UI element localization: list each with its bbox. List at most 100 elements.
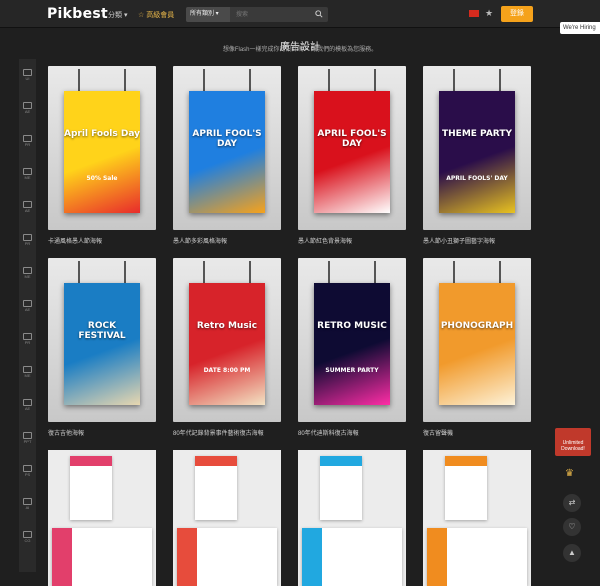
poster-clip — [328, 69, 330, 91]
favorite-icon[interactable]: ♡ — [563, 518, 581, 536]
sidebar-item-icon — [23, 102, 32, 109]
template-card[interactable]: ROCK FESTIVAL 復古吉他海報 — [48, 258, 156, 437]
brochure-template-card[interactable] — [298, 450, 406, 586]
language-flag-icon[interactable] — [469, 10, 479, 17]
sidebar-item-ae[interactable]: AE — [19, 100, 36, 118]
sidebar-item-ppt[interactable]: PPT — [19, 430, 36, 448]
poster-clip — [374, 69, 376, 91]
sidebar-item-icon — [23, 300, 32, 307]
sidebar-item-label: AE — [24, 208, 31, 213]
sidebar-item-pr[interactable]: PR — [19, 331, 36, 349]
template-card[interactable]: APRIL FOOL'S DAY 愚人節多彩風格海報 — [173, 66, 281, 245]
template-caption[interactable]: 卡通風格愚人節海報 — [48, 236, 156, 245]
search-input[interactable] — [232, 7, 312, 22]
brochure-cover — [445, 456, 487, 520]
template-card[interactable]: RETRO MUSIC SUMMER PARTY 80年代迪斯科復古海報 — [298, 258, 406, 437]
sidebar-item-ui[interactable]: UI — [19, 67, 36, 85]
sidebar-item-icon — [23, 69, 32, 76]
sidebar-item-label: ME — [24, 373, 31, 378]
sidebar-item-icon — [23, 168, 32, 175]
template-caption[interactable]: 80年代迪斯科復古海報 — [298, 428, 406, 437]
poster-clip — [203, 69, 205, 91]
poster-image: April Fools Day 50% Sale — [64, 91, 140, 213]
back-to-top-icon[interactable]: ▲ — [563, 544, 581, 562]
poster-clip — [374, 261, 376, 283]
template-caption[interactable]: 復古吉他海報 — [48, 428, 156, 437]
template-thumbnail[interactable]: Retro Music DATE 8:00 PM — [173, 258, 281, 422]
sidebar-item-label: AE — [24, 406, 31, 411]
unlimited-download-button[interactable]: Unlimited Download! — [555, 428, 591, 456]
brochure-spread — [177, 528, 277, 586]
poster-clip — [453, 69, 455, 91]
template-caption[interactable]: 復古留聲機 — [423, 428, 531, 437]
poster-image: THEME PARTY APRIL FOOLS' DAY — [439, 91, 515, 213]
sidebar-item-ae[interactable]: AE — [19, 397, 36, 415]
template-thumbnail[interactable]: APRIL FOOL'S DAY — [173, 66, 281, 230]
poster-image: ROCK FESTIVAL — [64, 283, 140, 405]
search-category-select[interactable]: 所有類別 ▾ — [186, 7, 230, 22]
premium-link[interactable]: ☆ 高級會員 — [138, 10, 174, 20]
favorites-star-icon[interactable]: ★ — [485, 8, 493, 19]
poster-image: Retro Music DATE 8:00 PM — [189, 283, 265, 405]
brochure-template-card[interactable] — [48, 450, 156, 586]
poster-clip — [249, 69, 251, 91]
template-card[interactable]: PHONOGRAPH 復古留聲機 — [423, 258, 531, 437]
sidebar-item-me[interactable]: ME — [19, 265, 36, 283]
sidebar-item-me[interactable]: ME — [19, 166, 36, 184]
template-caption[interactable]: 愚人節紅色背景海報 — [298, 236, 406, 245]
template-card[interactable]: April Fools Day 50% Sale 卡通風格愚人節海報 — [48, 66, 156, 245]
poster-headline: PHONOGRAPH — [440, 321, 514, 331]
sidebar-item-me[interactable]: ME — [19, 364, 36, 382]
poster-clip — [124, 69, 126, 91]
poster-clip — [453, 261, 455, 283]
sidebar-item-icon — [23, 366, 32, 373]
poster-image: RETRO MUSIC SUMMER PARTY — [314, 283, 390, 405]
categories-menu[interactable]: 分類 ▾ — [108, 10, 127, 20]
template-thumbnail[interactable]: APRIL FOOL'S DAY — [298, 66, 406, 230]
sidebar-item-label: PR — [24, 142, 31, 147]
poster-headline: APRIL FOOL'S DAY — [317, 129, 387, 149]
poster-headline: ROCK FESTIVAL — [78, 321, 126, 341]
login-button[interactable]: 登錄 — [501, 6, 533, 22]
template-thumbnail[interactable]: April Fools Day 50% Sale — [48, 66, 156, 230]
pikbest-logo[interactable]: Pikbest — [47, 6, 108, 22]
sidebar-item-ae[interactable]: AE — [19, 298, 36, 316]
sidebar-item-pr[interactable]: PR — [19, 133, 36, 151]
template-caption[interactable]: 80年代記錄背景事件藝術復古海報 — [173, 428, 281, 437]
template-thumbnail[interactable]: RETRO MUSIC SUMMER PARTY — [298, 258, 406, 422]
crown-icon[interactable]: ♛ — [565, 468, 574, 479]
sidebar-item-label: PS — [24, 472, 31, 477]
template-caption[interactable]: 愚人節多彩風格海報 — [173, 236, 281, 245]
share-icon[interactable]: ⇄ — [563, 494, 581, 512]
search-icon[interactable] — [315, 10, 323, 18]
template-caption[interactable]: 愚人節小丑獅子圖藝字海報 — [423, 236, 531, 245]
sidebar-item-ae[interactable]: AE — [19, 199, 36, 217]
template-thumbnail[interactable]: PHONOGRAPH — [423, 258, 531, 422]
poster-subtext: DATE 8:00 PM — [203, 367, 251, 374]
sidebar-item-icon — [23, 135, 32, 142]
brochure-template-card[interactable] — [173, 450, 281, 586]
template-thumbnail[interactable]: THEME PARTY APRIL FOOLS' DAY — [423, 66, 531, 230]
brochure-template-card[interactable] — [423, 450, 531, 586]
were-hiring-link[interactable]: We're Hiring — [560, 22, 600, 34]
sidebar-item-ps[interactable]: PS — [19, 463, 36, 481]
poster-clip — [249, 261, 251, 283]
poster-subtext: SUMMER PARTY — [325, 367, 379, 374]
poster-headline: Retro Music — [196, 321, 258, 331]
poster-clip — [78, 261, 80, 283]
template-thumbnail[interactable]: ROCK FESTIVAL — [48, 258, 156, 422]
sidebar-item-label: UI — [25, 76, 30, 81]
brochure-spread — [427, 528, 527, 586]
sidebar-item-ai[interactable]: AI — [19, 496, 36, 514]
sidebar-item-cg[interactable]: CG — [19, 529, 36, 547]
sidebar-item-icon — [23, 432, 32, 439]
template-card[interactable]: Retro Music DATE 8:00 PM 80年代記錄背景事件藝術復古海報 — [173, 258, 281, 437]
template-card[interactable]: THEME PARTY APRIL FOOLS' DAY 愚人節小丑獅子圖藝字海報 — [423, 66, 531, 245]
template-card[interactable]: APRIL FOOL'S DAY 愚人節紅色背景海報 — [298, 66, 406, 245]
sidebar-item-pr[interactable]: PR — [19, 232, 36, 250]
top-navigation-bar: Pikbest 分類 ▾ ☆ 高級會員 所有類別 ▾ ★ 登錄 — [0, 0, 600, 28]
sidebar-item-label: AE — [24, 109, 31, 114]
brochure-spread — [302, 528, 402, 586]
sidebar-item-label: ME — [24, 175, 31, 180]
sidebar-item-label: PPT — [23, 439, 32, 444]
